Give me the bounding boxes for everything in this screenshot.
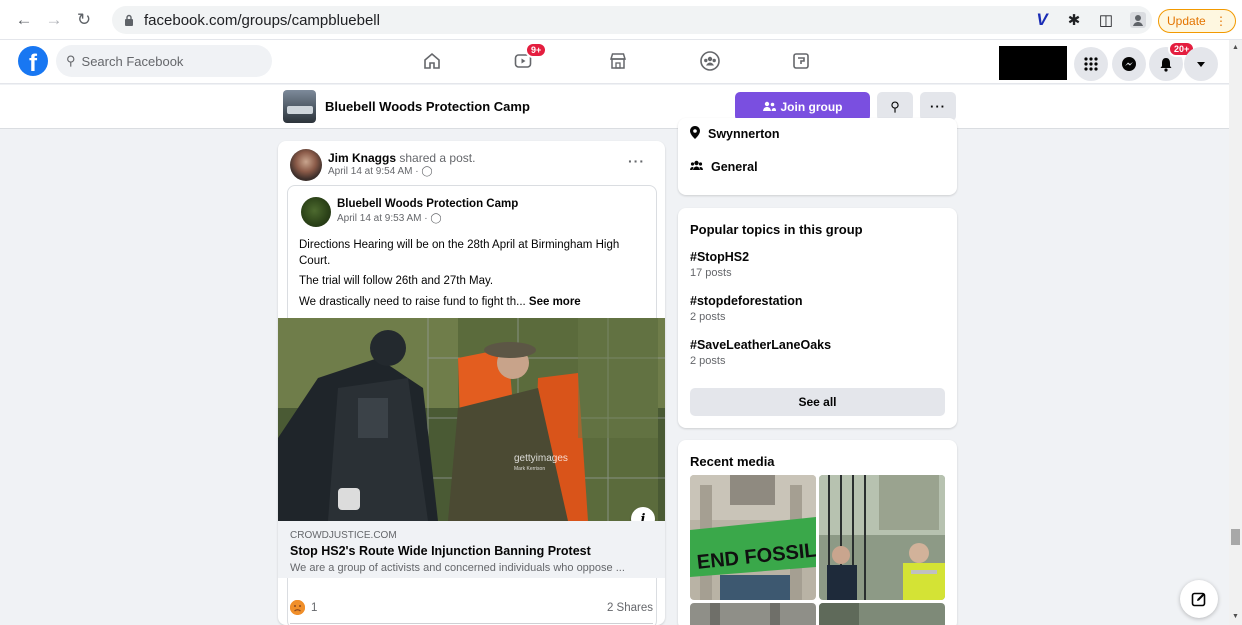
shared-time-text: April 14 at 9:53 AM · xyxy=(337,213,428,224)
scrollbar-thumb[interactable] xyxy=(1231,529,1240,545)
search-placeholder: Search Facebook xyxy=(81,53,184,69)
vimeo-extension-icon[interactable]: V xyxy=(1032,10,1052,30)
shared-avatar[interactable] xyxy=(301,197,331,227)
avatar[interactable] xyxy=(290,149,322,181)
post-header-text: Jim Knaggs shared a post. xyxy=(328,151,475,165)
scroll-up-arrow-icon[interactable]: ▲ xyxy=(1232,44,1239,51)
facebook-top-bar: f ⚲ Search Facebook 9+ 20+ xyxy=(0,40,1242,84)
about-card: Swynnerton General xyxy=(678,118,957,195)
url-text: facebook.com/groups/campbluebell xyxy=(144,11,380,29)
sad-reaction-icon[interactable] xyxy=(290,600,305,615)
lock-icon xyxy=(122,13,136,27)
group-name[interactable]: Bluebell Woods Protection Camp xyxy=(325,99,530,114)
see-more-link[interactable]: See more xyxy=(529,296,581,308)
groups-icon[interactable] xyxy=(692,46,728,76)
media-thumbnail[interactable] xyxy=(690,603,816,625)
location-text: Swynnerton xyxy=(708,127,780,141)
profile-icon[interactable] xyxy=(1128,10,1148,30)
post-options-icon[interactable]: ··· xyxy=(628,153,645,169)
recent-media-title: Recent media xyxy=(690,454,775,469)
join-people-icon xyxy=(762,101,776,111)
category-row: General xyxy=(690,160,758,174)
reaction-row: 1 2 Shares xyxy=(278,596,665,620)
topic-tag[interactable]: #StopHS2 xyxy=(690,250,749,264)
public-globe-icon: ◯ xyxy=(421,166,433,177)
recent-media-card: Recent media END FOSSIL NOW xyxy=(678,440,957,625)
location-pin-icon xyxy=(690,126,700,142)
group-header-bar: Bluebell Woods Protection Camp Join grou… xyxy=(0,85,1229,129)
menu-kebab-icon: ⋮ xyxy=(1215,14,1227,28)
group-cover-thumbnail[interactable] xyxy=(283,90,316,123)
media-thumbnail[interactable] xyxy=(819,475,945,600)
marketplace-icon[interactable] xyxy=(600,46,636,76)
post-text-3: We drastically need to raise fund to fig… xyxy=(299,294,644,310)
public-globe-icon: ◯ xyxy=(430,213,442,224)
people-icon xyxy=(690,160,703,174)
media-thumbnail[interactable]: END FOSSIL NOW xyxy=(690,475,816,600)
back-icon[interactable]: ← xyxy=(12,8,36,32)
join-group-button[interactable]: Join group xyxy=(735,92,870,121)
location-row: Swynnerton xyxy=(690,126,780,142)
category-text: General xyxy=(711,160,758,174)
redacted-profile-area xyxy=(999,46,1067,80)
popular-topics-card: Popular topics in this group #StopHS2 17… xyxy=(678,208,957,428)
search-icon: ⚲ xyxy=(890,98,900,114)
address-bar[interactable]: facebook.com/groups/campbluebell ⚲ ⧉ ☆ xyxy=(112,6,1234,34)
update-button[interactable]: Update ⋮ xyxy=(1158,9,1236,33)
divider xyxy=(290,623,653,624)
topic-count: 2 posts xyxy=(690,311,726,323)
photo-credit: Mark Kerrison xyxy=(514,466,545,472)
link-description: We are a group of activists and concerne… xyxy=(290,562,625,574)
post-text-1: Directions Hearing will be on the 28th A… xyxy=(299,239,620,267)
facebook-search-input[interactable]: ⚲ Search Facebook xyxy=(56,45,272,77)
post-card: Jim Knaggs shared a post. April 14 at 9:… xyxy=(278,141,665,625)
search-icon: ⚲ xyxy=(66,53,76,68)
topic-count: 2 posts xyxy=(690,355,726,367)
group-more-button[interactable]: ··· xyxy=(920,92,956,121)
post-photo[interactable]: gettyimages Mark Kerrison xyxy=(278,318,665,521)
account-dropdown-icon[interactable] xyxy=(1184,47,1218,81)
watch-icon[interactable]: 9+ xyxy=(505,42,548,76)
group-search-button[interactable]: ⚲ xyxy=(877,92,913,121)
messenger-icon[interactable] xyxy=(1112,47,1146,81)
post-time-text: April 14 at 9:54 AM · xyxy=(328,166,419,177)
popular-topics-title: Popular topics in this group xyxy=(690,222,863,237)
menu-grid-icon[interactable] xyxy=(1074,47,1108,81)
reload-icon[interactable]: ↻ xyxy=(72,8,96,32)
extensions-puzzle-icon[interactable]: ✱ xyxy=(1064,10,1084,30)
scroll-down-arrow-icon[interactable]: ▼ xyxy=(1232,613,1239,620)
media-thumbnail[interactable] xyxy=(819,603,945,625)
shares-count[interactable]: 2 Shares xyxy=(607,602,653,614)
new-message-compose-icon[interactable] xyxy=(1180,580,1218,618)
watch-badge: 9+ xyxy=(525,42,548,58)
post-text-3-body: We drastically need to raise fund to fig… xyxy=(299,296,526,308)
topic-count: 17 posts xyxy=(690,267,732,279)
shared-timestamp[interactable]: April 14 at 9:53 AM · ◯ xyxy=(337,213,442,224)
see-all-button[interactable]: See all xyxy=(690,388,945,416)
facebook-logo-icon[interactable]: f xyxy=(18,46,48,76)
topic-tag[interactable]: #SaveLeatherLaneOaks xyxy=(690,338,831,352)
browser-toolbar: ← → ↻ facebook.com/groups/campbluebell ⚲… xyxy=(0,0,1242,40)
page-scrollbar[interactable]: ▲ ▼ xyxy=(1229,40,1242,625)
post-author[interactable]: Jim Knaggs xyxy=(328,151,396,165)
link-domain: CROWDJUSTICE.COM xyxy=(290,530,397,541)
gaming-icon[interactable] xyxy=(783,46,819,76)
home-icon[interactable] xyxy=(414,46,450,76)
join-group-label: Join group xyxy=(780,99,843,114)
forward-icon[interactable]: → xyxy=(42,8,66,32)
getty-watermark: gettyimages xyxy=(514,453,568,464)
notifications-bell-icon[interactable]: 20+ xyxy=(1149,41,1196,81)
more-dots-icon: ··· xyxy=(930,99,946,114)
post-action: shared a post. xyxy=(399,151,476,165)
post-timestamp[interactable]: April 14 at 9:54 AM · ◯ xyxy=(328,166,433,177)
sidebar-panel-icon[interactable]: ◫ xyxy=(1096,10,1116,30)
link-preview[interactable]: CROWDJUSTICE.COM Stop HS2's Route Wide I… xyxy=(278,521,665,578)
update-label: Update xyxy=(1167,14,1206,28)
topic-tag[interactable]: #stopdeforestation xyxy=(690,294,803,308)
post-text-2: The trial will follow 26th and 27th May. xyxy=(299,275,494,287)
link-title[interactable]: Stop HS2's Route Wide Injunction Banning… xyxy=(290,544,591,558)
shared-author[interactable]: Bluebell Woods Protection Camp xyxy=(337,198,518,210)
reaction-count[interactable]: 1 xyxy=(311,602,317,614)
